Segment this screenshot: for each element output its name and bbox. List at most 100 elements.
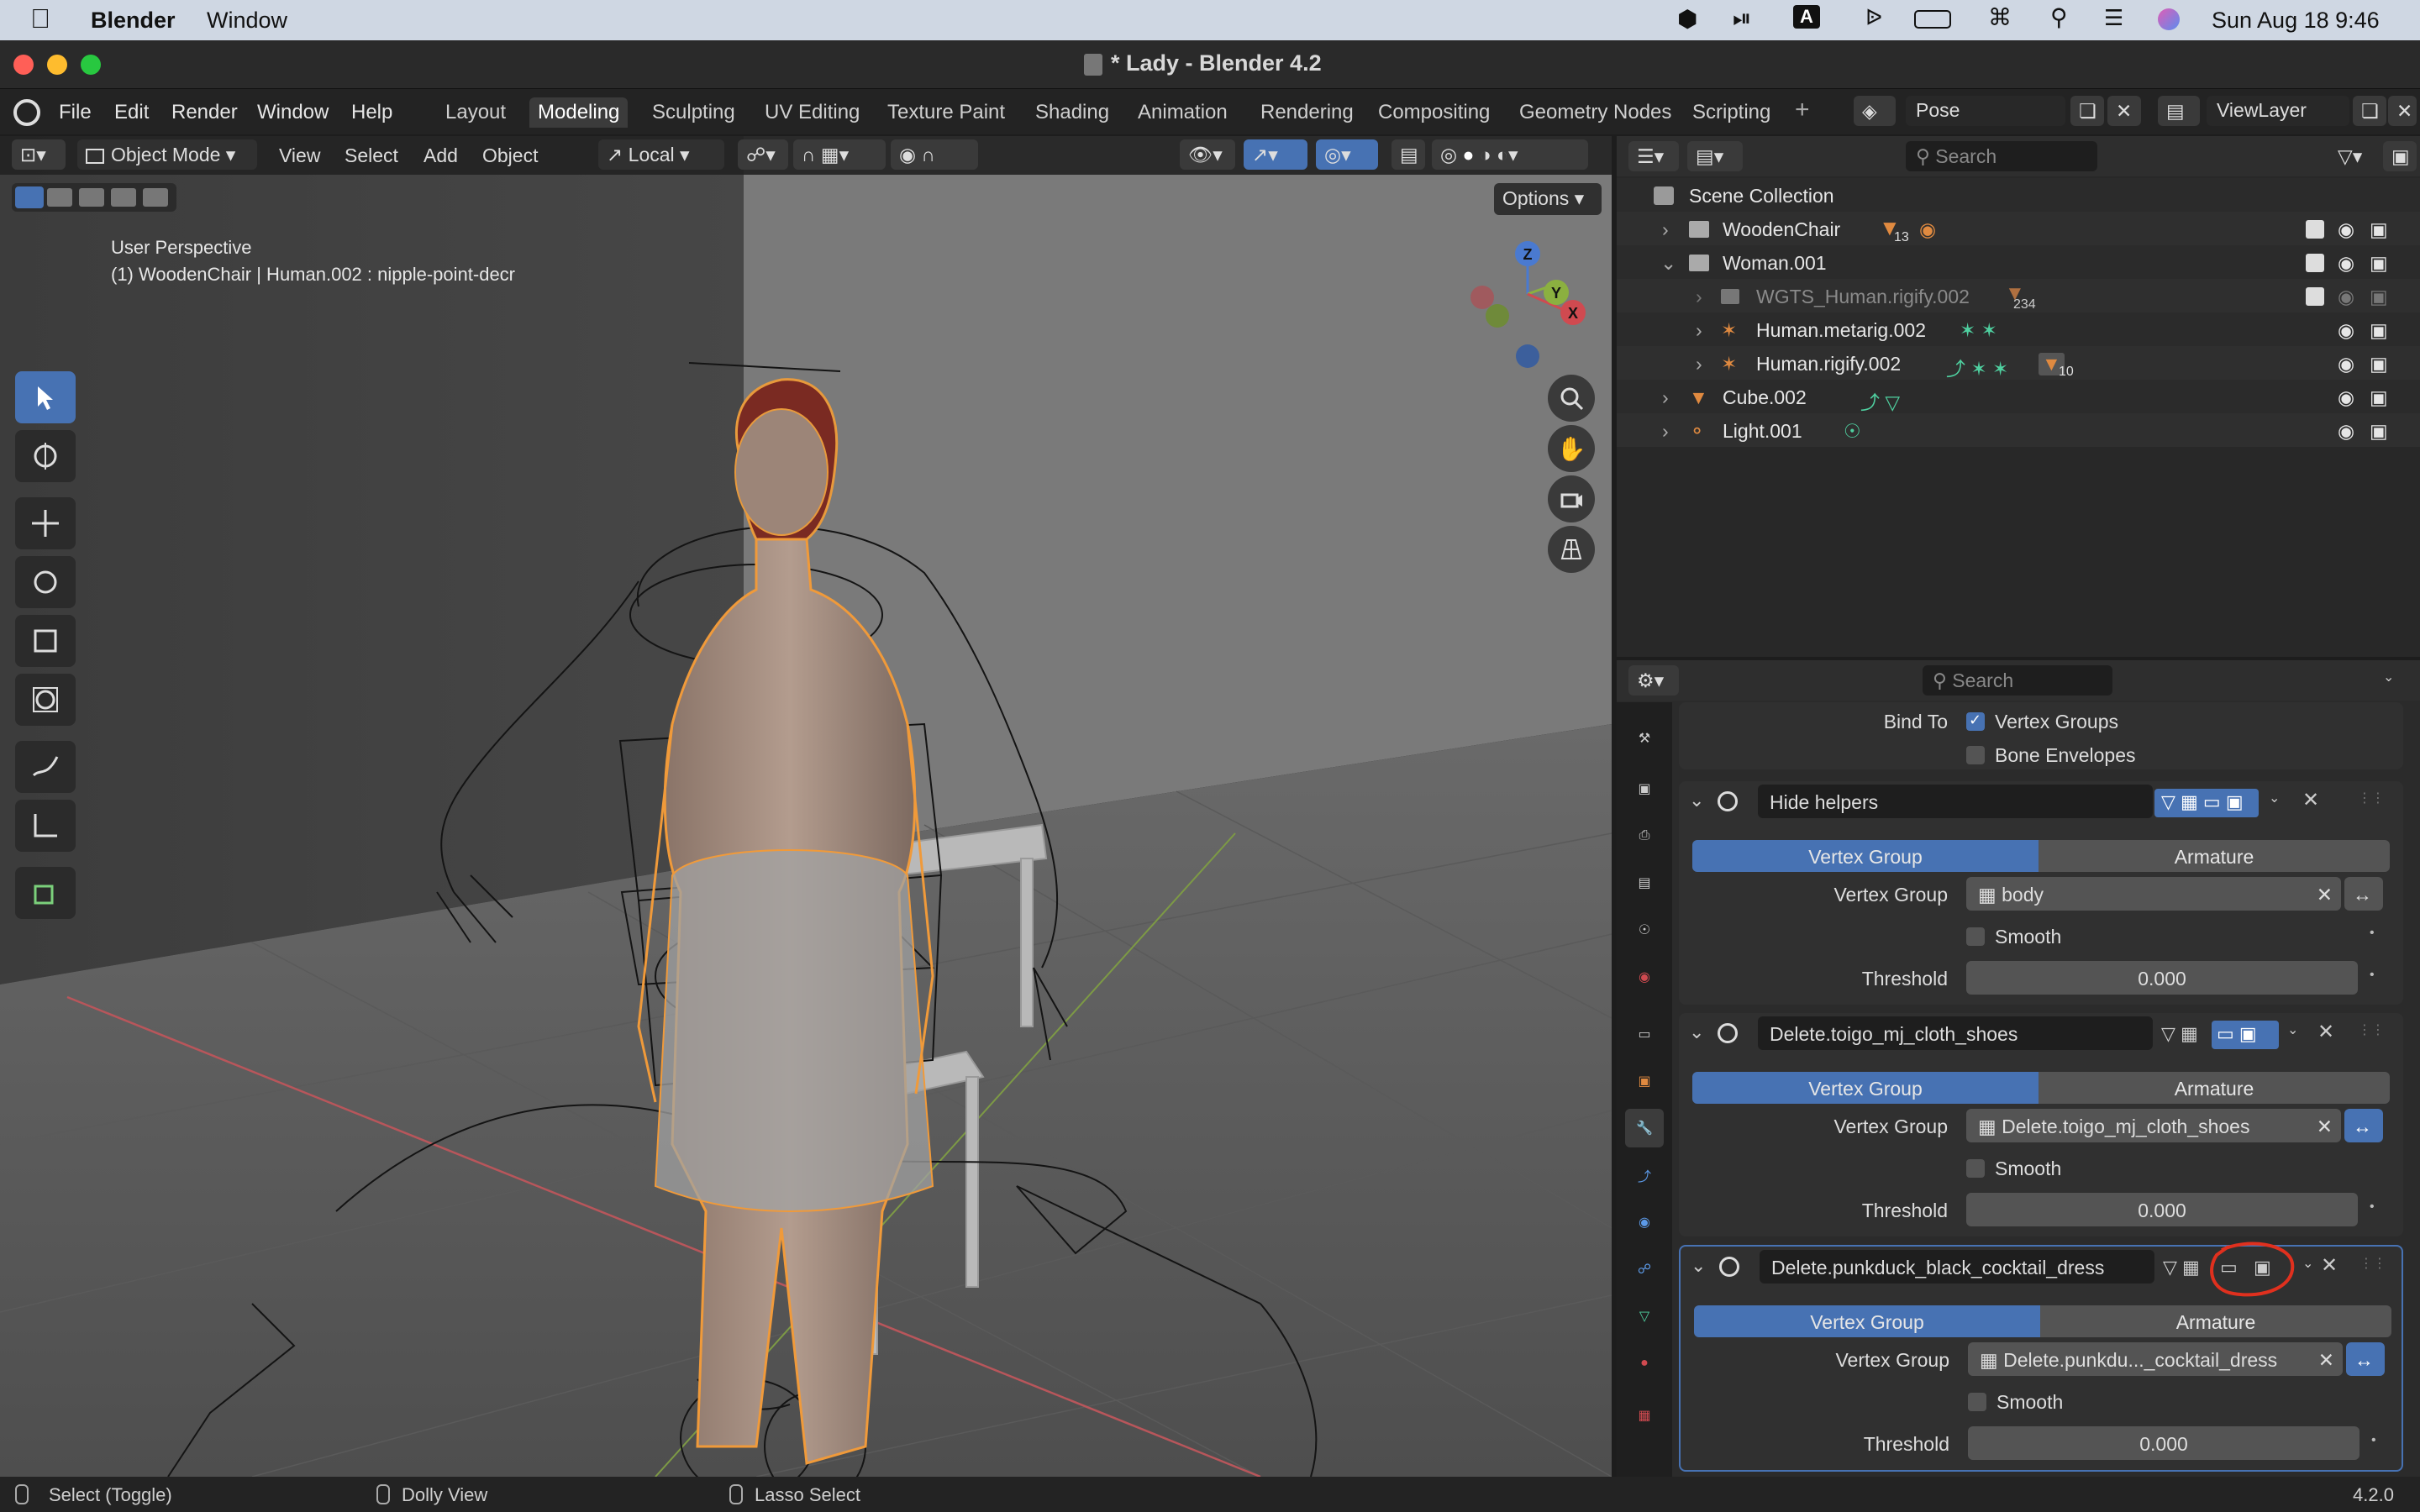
outliner-row-scene-collection[interactable]: Scene Collection	[1617, 178, 2420, 212]
select-new-icon[interactable]	[15, 186, 44, 208]
blender-logo-icon[interactable]	[13, 99, 40, 126]
visibility-eye-icon[interactable]: ◉	[2338, 353, 2354, 375]
data-tab-icon[interactable]: ▽	[1625, 1297, 1664, 1336]
tab-compositing[interactable]: Compositing	[1370, 97, 1498, 128]
tab-scripting[interactable]: Scripting	[1684, 97, 1779, 128]
render-camera-icon[interactable]: ▣	[2370, 218, 2388, 241]
tab-animation[interactable]: Animation	[1129, 97, 1236, 128]
tab-geometry-nodes[interactable]: Geometry Nodes	[1511, 97, 1680, 128]
add-cube-tool-icon[interactable]	[15, 867, 76, 919]
clear-field-icon[interactable]: ✕	[2317, 1116, 2333, 1138]
chevron-down-icon[interactable]: ⌄	[2383, 669, 2394, 685]
zoom-window-button[interactable]	[81, 55, 101, 75]
pose-close-icon[interactable]: ✕	[2107, 96, 2141, 126]
animate-dot-icon[interactable]: •	[2370, 926, 2375, 941]
viewport-display-icon[interactable]: ▭ ▣	[2217, 1023, 2257, 1045]
expand-arrow-icon[interactable]: ›	[1696, 286, 1702, 308]
outliner-editor-type-icon[interactable]: ☰▾	[1628, 141, 1679, 171]
camera-view-icon[interactable]	[1548, 475, 1595, 522]
include-checkbox[interactable]	[2306, 220, 2324, 239]
window-menu[interactable]: Window	[207, 8, 287, 34]
viewlayer-type-icon[interactable]: ▤	[2158, 96, 2200, 126]
render-camera-icon[interactable]: ▣	[2370, 286, 2388, 308]
render-tab-icon[interactable]: ▣	[1625, 769, 1664, 808]
3d-viewport[interactable]: User Perspective (1) WoodenChair | Human…	[0, 136, 1612, 1477]
collection-tab-icon[interactable]: ▭	[1625, 1015, 1664, 1053]
options-dropdown[interactable]: Options ▾	[1494, 183, 1602, 215]
select-extend-icon[interactable]	[47, 188, 72, 207]
include-checkbox[interactable]	[2306, 287, 2324, 306]
modifier-name-field[interactable]: Delete.punkduck_black_cocktail_dress	[1760, 1250, 2154, 1284]
spotlight-search-icon[interactable]: ⚲	[2050, 3, 2068, 31]
modifier-tab-icon[interactable]: 🔧	[1625, 1109, 1664, 1147]
threshold-slider[interactable]: 0.000	[1966, 961, 2358, 995]
drag-handle-icon[interactable]: ⋮⋮	[2358, 790, 2385, 806]
menu-edit[interactable]: Edit	[114, 101, 149, 124]
modifier-name-field[interactable]: Hide helpers	[1758, 785, 2153, 818]
minimize-window-button[interactable]	[47, 55, 67, 75]
edit-mode-toggle-icon[interactable]: ▽ ▦ ▭ ▣	[2161, 791, 2244, 813]
edit-mode-toggle-icon[interactable]: ▽ ▦	[2161, 1023, 2198, 1045]
render-camera-icon[interactable]: ▣	[2370, 353, 2388, 375]
measure-tool-icon[interactable]	[15, 800, 76, 852]
close-window-button[interactable]	[13, 55, 34, 75]
threshold-slider[interactable]: 0.000	[1966, 1193, 2358, 1226]
visibility-eye-icon[interactable]: ◉	[2338, 286, 2354, 308]
modifier-dropdown-icon[interactable]: ⌄	[2287, 1021, 2298, 1038]
gizmo-toggle-icon[interactable]: ↗▾	[1244, 139, 1307, 170]
armature-mode-tab[interactable]: Armature	[2040, 1305, 2391, 1337]
pose-copy-icon[interactable]: ❏	[2070, 96, 2104, 126]
modifier-name-field[interactable]: Delete.toigo_mj_cloth_shoes	[1758, 1016, 2153, 1050]
tab-rendering[interactable]: Rendering	[1252, 97, 1362, 128]
view-layer-tab-icon[interactable]: ▤	[1625, 864, 1664, 902]
select-invert-icon[interactable]	[111, 188, 136, 207]
smooth-checkbox[interactable]	[1966, 927, 1985, 946]
display-mode-icon[interactable]: ▤▾	[1687, 141, 1743, 171]
editor-type-icon[interactable]: ⊡▾	[12, 139, 66, 170]
visibility-eye-icon[interactable]: ◉	[2338, 319, 2354, 342]
visibility-eye-icon[interactable]: ◉	[2338, 420, 2354, 443]
vertex-group-mode-tab[interactable]: Vertex Group	[1694, 1305, 2040, 1337]
overlays-toggle-icon[interactable]: ◎▾	[1316, 139, 1378, 170]
viewlayer-selector[interactable]: ViewLayer	[2207, 96, 2349, 126]
proportional-editing-icon[interactable]: ◉ ∩	[891, 139, 978, 170]
tab-texture-paint[interactable]: Texture Paint	[879, 97, 1013, 128]
vertex-group-mode-tab[interactable]: Vertex Group	[1692, 840, 2039, 872]
outliner-row[interactable]: › ✶ Human.rigify.002 ⤴ ✶ ✶ ▼ 10 ◉ ▣	[1617, 346, 2420, 380]
object-tab-icon[interactable]: ▣	[1625, 1062, 1664, 1100]
pan-hand-icon[interactable]: ✋	[1548, 425, 1595, 472]
transform-orientation-dropdown[interactable]: ↗ Local ▾	[598, 139, 724, 170]
menu-window[interactable]: Window	[257, 101, 329, 124]
modifier-dropdown-icon[interactable]: ⌄	[2269, 790, 2280, 806]
menu-view[interactable]: View	[279, 144, 320, 167]
animate-dot-icon[interactable]: •	[2371, 1433, 2376, 1448]
blender-status-icon[interactable]: ⬢	[1677, 5, 1697, 33]
app-name-menu[interactable]: Blender	[91, 8, 176, 34]
smooth-checkbox[interactable]	[1966, 1159, 1985, 1178]
outliner-row[interactable]: ⌄ Woman.001 ◉ ▣	[1617, 245, 2420, 279]
vertex-group-field[interactable]: ▦ Delete.punkdu..._cocktail_dress ✕	[1968, 1342, 2343, 1376]
visibility-eye-icon[interactable]: ◉	[2338, 386, 2354, 409]
tool-tab-icon[interactable]: ⚒	[1625, 719, 1664, 758]
battery-icon[interactable]	[1914, 10, 1951, 29]
remove-modifier-icon[interactable]: ✕	[2317, 1020, 2334, 1044]
smooth-checkbox[interactable]	[1968, 1393, 1986, 1411]
menu-add[interactable]: Add	[424, 144, 458, 167]
vertex-group-field[interactable]: ▦ Delete.toigo_mj_cloth_shoes ✕	[1966, 1109, 2341, 1142]
pose-selector[interactable]: Pose	[1906, 96, 2065, 126]
expand-arrow-icon[interactable]: ›	[1696, 319, 1702, 342]
collapse-arrow-icon[interactable]: ⌄	[1689, 790, 1704, 811]
tab-uv-editing[interactable]: UV Editing	[756, 97, 868, 128]
add-workspace-icon[interactable]: +	[1795, 96, 1810, 124]
drag-handle-icon[interactable]: ⋮⋮	[2358, 1021, 2385, 1038]
transform-tool-icon[interactable]	[15, 674, 76, 726]
remove-modifier-icon[interactable]: ✕	[2302, 788, 2319, 812]
material-tab-icon[interactable]: ●	[1625, 1344, 1664, 1383]
collapse-arrow-icon[interactable]: ⌄	[1689, 1021, 1704, 1043]
select-box-tool-icon[interactable]	[15, 371, 76, 423]
play-icon[interactable]: ⏯	[1733, 5, 1751, 33]
xray-toggle-icon[interactable]: ▤	[1392, 139, 1425, 170]
cursor-tool-icon[interactable]	[15, 430, 76, 482]
shading-mode-icons[interactable]: ◎ ● ◑ ◐▾	[1432, 139, 1588, 170]
menu-file[interactable]: File	[59, 101, 92, 124]
